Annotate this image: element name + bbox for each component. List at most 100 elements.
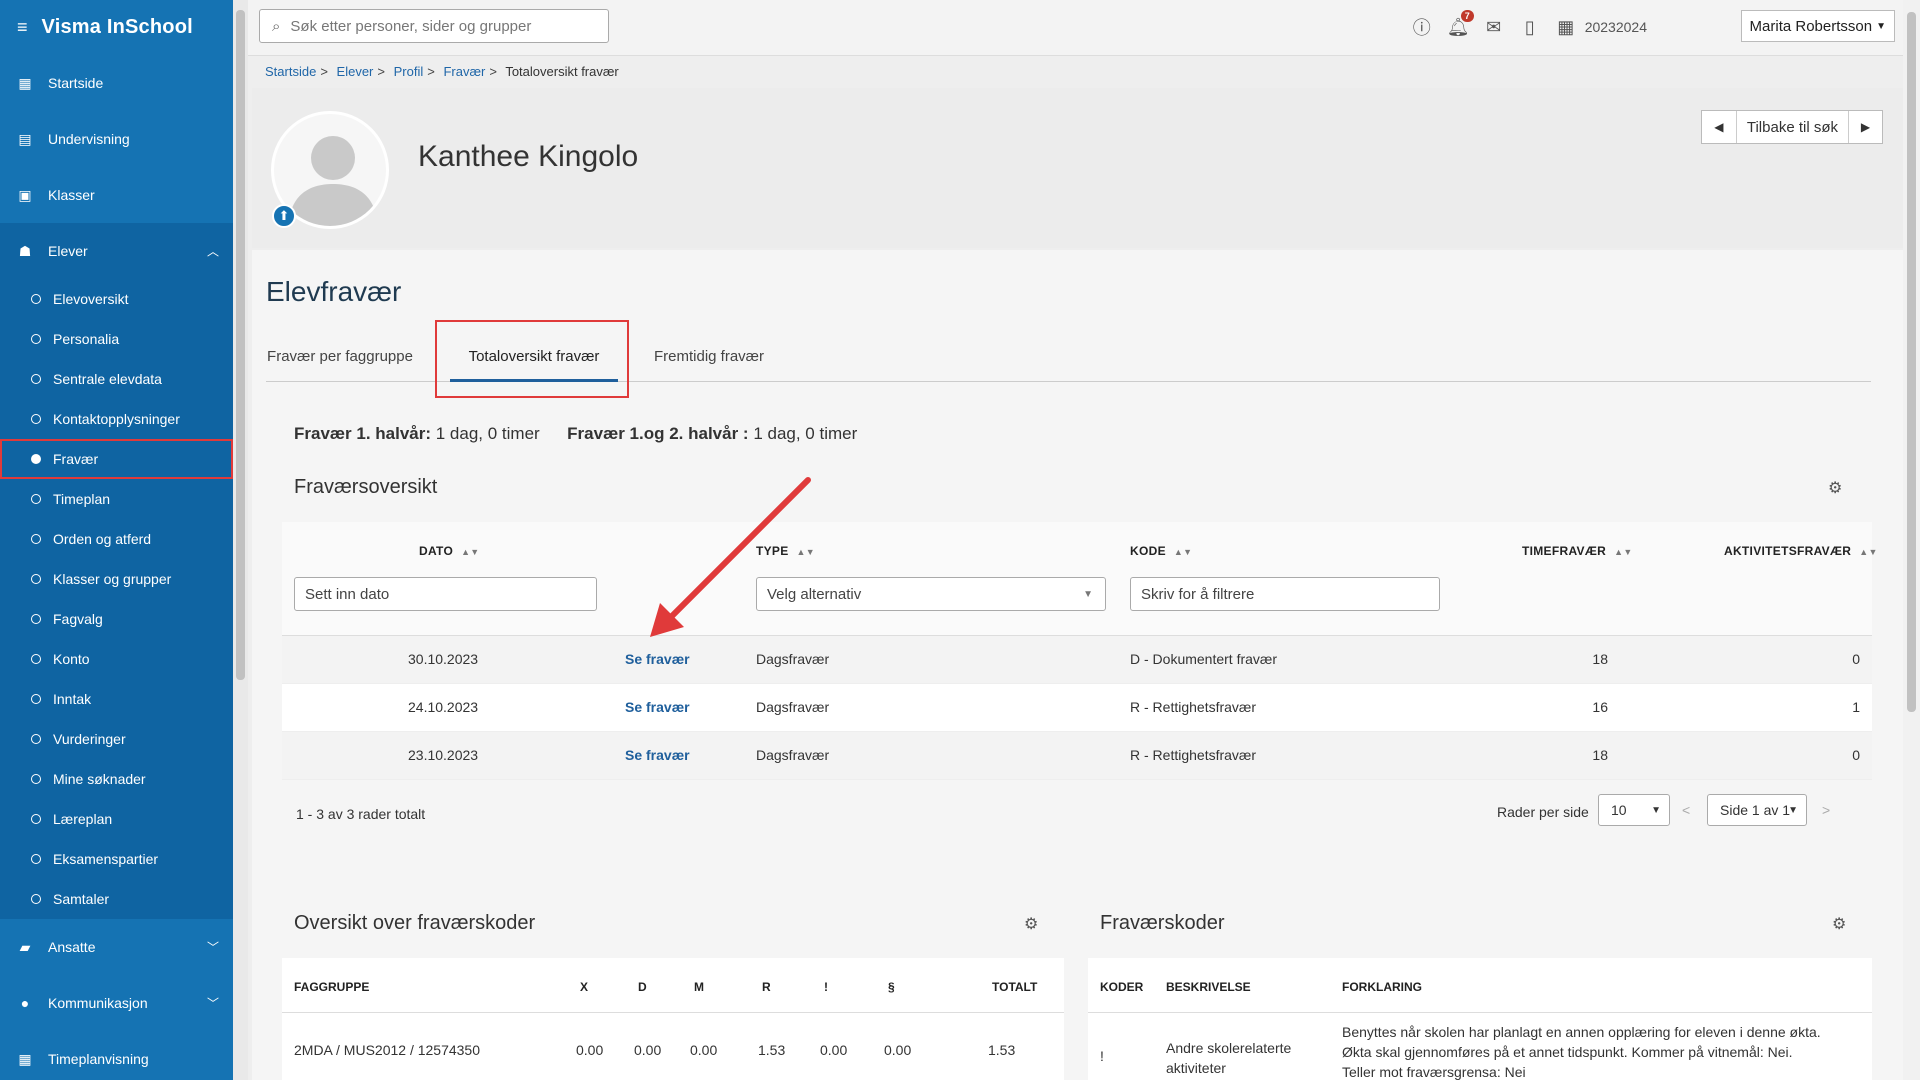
absence-codes-panel: Fraværskoder ⚙ KODER BESKRIVELSE FORKLAR…: [1088, 896, 1872, 1080]
main-content: Elevfravær Fravær per faggruppe Totalove…: [252, 250, 1903, 1080]
calendar-icon[interactable]: ▦: [1555, 17, 1577, 38]
code-explanation: Økta skal gjennomføres på et annet tidsp…: [1342, 1044, 1793, 1060]
sort-icon: ▲▼: [1859, 547, 1878, 557]
settings-gear-icon[interactable]: ⚙: [1832, 914, 1846, 934]
rows-per-page-select[interactable]: 10 ▼: [1598, 794, 1670, 826]
sidebar-subitem-label: Orden og atferd: [53, 531, 152, 547]
sidebar-item-startside[interactable]: ▦ Startside: [0, 55, 233, 111]
phone-icon[interactable]: ▯: [1519, 17, 1541, 38]
summary-value: 1 dag, 0 timer: [435, 424, 540, 443]
breadcrumb-startside[interactable]: Startside: [265, 64, 316, 79]
sidebar-subitem[interactable]: Kontaktopplysninger: [0, 399, 233, 439]
previous-page-icon[interactable]: <: [1682, 802, 1690, 818]
date-filter-input[interactable]: Sett inn dato: [294, 577, 597, 611]
cell-value: 0.00: [884, 1042, 912, 1058]
column-header: D: [638, 980, 647, 994]
sidebar-subitem-label: Timeplan: [53, 491, 111, 507]
sidebar-subitem[interactable]: Fravær: [0, 439, 233, 479]
sidebar-subitem[interactable]: Elevoversikt: [0, 279, 233, 319]
cell-type: Dagsfravær: [756, 651, 830, 667]
sidebar-item-elever[interactable]: ☗ Elever ︿: [0, 223, 233, 279]
search-input[interactable]: [290, 17, 581, 35]
breadcrumb-fravaer[interactable]: Fravær: [443, 64, 485, 79]
page-scrollbar[interactable]: [1903, 0, 1920, 1080]
breadcrumb-profil[interactable]: Profil: [394, 64, 424, 79]
sidebar-subitem[interactable]: Klasser og grupper: [0, 559, 233, 599]
sidebar-item-ansatte[interactable]: ▰ Ansatte ﹀: [0, 919, 233, 975]
sidebar-subitem-label: Mine søknader: [53, 771, 146, 787]
bell-icon[interactable]: 🔔︎ 7: [1447, 9, 1474, 38]
type-filter-select[interactable]: Velg alternativ ▼: [756, 577, 1106, 611]
sidebar-item-kommunikasjon[interactable]: ● Kommunikasjon ﹀: [0, 975, 233, 1031]
hamburger-menu-icon[interactable]: ≡: [17, 17, 28, 38]
sidebar-subitem[interactable]: Timeplan: [0, 479, 233, 519]
upload-photo-icon[interactable]: ⬆: [272, 204, 296, 228]
sidebar-subitem-label: Samtaler: [53, 891, 110, 907]
school-year[interactable]: 20232024: [1585, 19, 1647, 35]
table-header: DATO ▲▼ TYPE ▲▼ KODE ▲▼ TIMEFRAVÆR ▲▼ AKTIVI…: [282, 522, 1877, 636]
scrollbar-thumb[interactable]: [236, 10, 245, 680]
book-icon: ▤: [18, 130, 32, 147]
column-header-koder: KODER: [1100, 980, 1144, 994]
sidebar-subitem[interactable]: Sentrale elevdata: [0, 359, 233, 399]
column-header-kode[interactable]: KODE ▲▼: [1130, 544, 1192, 558]
cell-faggruppe: 2MDA / MUS2012 / 12574350: [294, 1042, 481, 1058]
circle-icon: [31, 614, 41, 624]
column-header-dato[interactable]: DATO ▲▼: [419, 544, 480, 558]
se-fravaer-link[interactable]: Se fravær: [625, 699, 690, 715]
page-select[interactable]: Side 1 av 1 ▼: [1707, 794, 1807, 826]
sidebar-subitem[interactable]: Samtaler: [0, 879, 233, 919]
cell-timefravaer: 16: [1592, 699, 1608, 715]
sidebar-subitem[interactable]: Orden og atferd: [0, 519, 233, 559]
cell-dato: 23.10.2023: [408, 747, 479, 763]
column-header-forklaring: FORKLARING: [1342, 980, 1422, 994]
tab-fravaer-per-faggruppe[interactable]: Fravær per faggruppe: [266, 330, 414, 382]
sidebar-subitem[interactable]: Læreplan: [0, 799, 233, 839]
app-title[interactable]: Visma InSchool: [42, 16, 193, 39]
search-box[interactable]: ⌕: [259, 9, 609, 43]
cell-kode: R - Rettighetsfravær: [1130, 699, 1257, 715]
profile-header: ⬆ Kanthee Kingolo ◀ Tilbake til søk ▶: [252, 88, 1903, 248]
column-header-timefravaer[interactable]: TIMEFRAVÆR ▲▼: [1522, 544, 1633, 558]
next-student-button[interactable]: ▶: [1848, 111, 1882, 143]
se-fravaer-link[interactable]: Se fravær: [625, 747, 690, 763]
column-header: §: [888, 980, 895, 994]
caret-down-icon: ▼: [1083, 588, 1093, 600]
column-header: !: [824, 980, 828, 994]
cell-kode: D - Dokumentert fravær: [1130, 651, 1278, 667]
sidebar-subitem[interactable]: Personalia: [0, 319, 233, 359]
previous-student-button[interactable]: ◀: [1702, 111, 1736, 143]
sidebar-subitem[interactable]: Eksamenspartier: [0, 839, 233, 879]
sidebar-item-klasser[interactable]: ▣ Klasser: [0, 167, 233, 223]
breadcrumb-elever[interactable]: Elever: [337, 64, 374, 79]
sidebar-subitem[interactable]: Inntak: [0, 679, 233, 719]
circle-icon: [31, 774, 41, 784]
tab-fremtidig-fravaer[interactable]: Fremtidig fravær: [639, 330, 779, 382]
scrollbar-thumb[interactable]: [1907, 12, 1916, 712]
sidebar-subitem-label: Sentrale elevdata: [53, 371, 162, 387]
next-page-icon[interactable]: >: [1822, 802, 1830, 818]
mail-icon[interactable]: ✉: [1483, 17, 1505, 38]
settings-gear-icon[interactable]: ⚙: [1828, 478, 1842, 498]
sidebar-item-undervisning[interactable]: ▤ Undervisning: [0, 111, 233, 167]
cell-timefravaer: 18: [1592, 651, 1608, 667]
code-value: !: [1100, 1048, 1104, 1064]
kode-filter-input[interactable]: Skriv for å filtrere: [1130, 577, 1440, 611]
grid-icon: ▦: [18, 74, 32, 91]
sidebar-subitem[interactable]: Konto: [0, 639, 233, 679]
settings-gear-icon[interactable]: ⚙: [1024, 914, 1038, 934]
column-header-aktivitetsfravaer[interactable]: AKTIVITETSFRAVÆR ▲▼: [1724, 544, 1878, 558]
sidebar-subitem[interactable]: Mine søknader: [0, 759, 233, 799]
sidebar-item-timeplanvisning[interactable]: ▦ Timeplanvisning: [0, 1031, 233, 1080]
column-header-type[interactable]: TYPE ▲▼: [756, 544, 815, 558]
sidebar-subitem[interactable]: Fagvalg: [0, 599, 233, 639]
se-fravaer-link[interactable]: Se fravær: [625, 651, 690, 667]
sidebar-scrollbar[interactable]: [233, 0, 248, 1080]
sidebar-subitem[interactable]: Vurderinger: [0, 719, 233, 759]
chevron-right-icon: >: [320, 64, 328, 79]
sidebar-subitem-label: Fravær: [53, 451, 99, 467]
back-to-search-button[interactable]: Tilbake til søk: [1735, 111, 1848, 143]
circle-icon: [31, 454, 41, 464]
help-icon[interactable]: ⓘ: [1411, 14, 1433, 40]
user-menu[interactable]: Marita Robertsson ▼: [1740, 10, 1895, 42]
